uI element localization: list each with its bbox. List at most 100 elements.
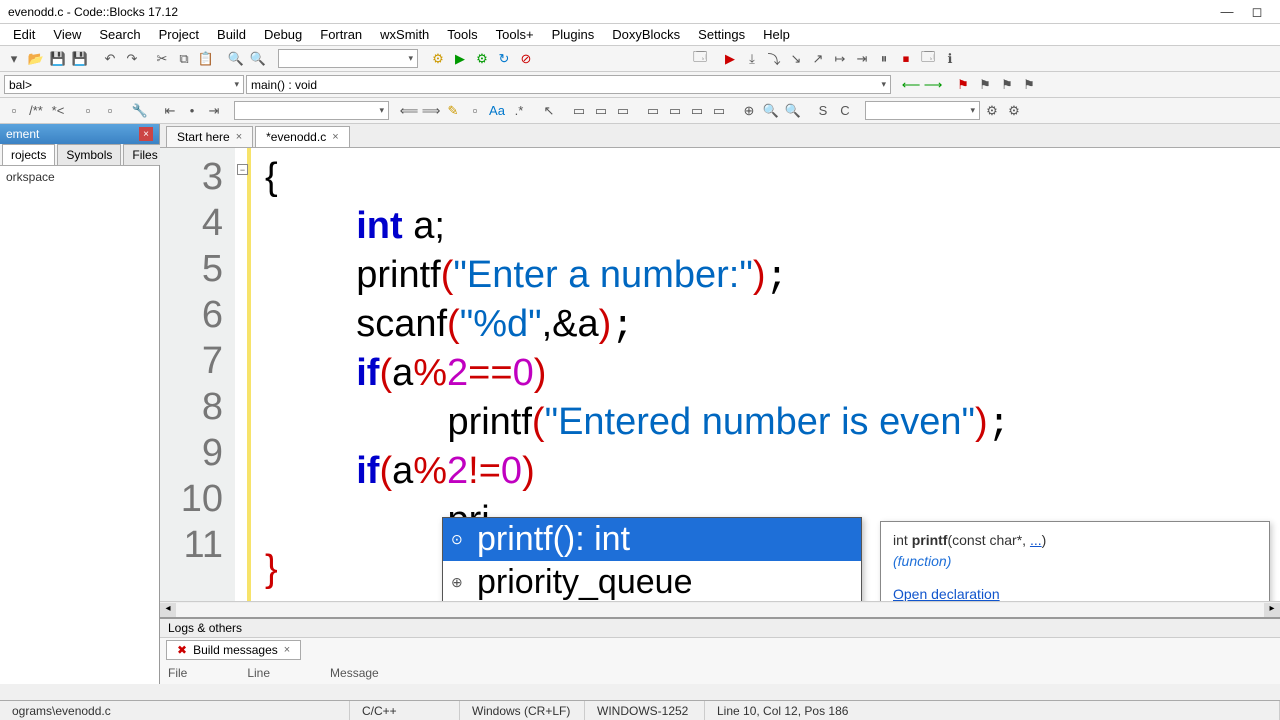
- hl3-icon[interactable]: Aa: [487, 101, 507, 121]
- info-icon[interactable]: ℹ: [940, 49, 960, 69]
- function-dropdown[interactable]: main() : void▾: [246, 75, 891, 94]
- menu-search[interactable]: Search: [90, 25, 149, 44]
- build-target-dropdown[interactable]: ▾: [278, 49, 418, 68]
- hl4-icon[interactable]: .*: [509, 101, 529, 121]
- debug-start-icon[interactable]: ▶: [720, 49, 740, 69]
- autocomplete-item[interactable]: ⊙ printf(): int: [443, 518, 861, 561]
- menu-edit[interactable]: Edit: [4, 25, 44, 44]
- extra-dropdown[interactable]: ▾: [865, 101, 980, 120]
- box2-icon[interactable]: ▭: [591, 101, 611, 121]
- box4-icon[interactable]: ▭: [643, 101, 663, 121]
- break-icon[interactable]: ⏸: [874, 49, 894, 69]
- menu-project[interactable]: Project: [150, 25, 208, 44]
- run-icon[interactable]: ▶: [450, 49, 470, 69]
- horizontal-scrollbar[interactable]: ◂ ▸: [160, 601, 1280, 617]
- undo-icon[interactable]: ↶: [100, 49, 120, 69]
- close-icon[interactable]: ×: [284, 644, 290, 656]
- menu-tools[interactable]: Tools: [438, 25, 486, 44]
- menu-toolsplus[interactable]: Tools+: [487, 25, 543, 44]
- scroll-left-icon[interactable]: ◂: [160, 603, 176, 617]
- jump-fwd-icon[interactable]: ⇥: [204, 101, 224, 121]
- step-into-icon[interactable]: ↘: [786, 49, 806, 69]
- sel-icon[interactable]: ↖: [539, 101, 559, 121]
- prev-func-icon[interactable]: ⟸: [399, 101, 419, 121]
- debug-windows-icon[interactable]: 🗔: [918, 49, 938, 69]
- next-line-icon[interactable]: ⤵: [764, 49, 784, 69]
- open-icon[interactable]: 📂: [26, 49, 46, 69]
- jump-dropdown[interactable]: ▾: [234, 101, 389, 120]
- maximize-button[interactable]: ◻: [1242, 4, 1272, 20]
- minimize-button[interactable]: —: [1212, 4, 1242, 19]
- stop-icon[interactable]: ⏹: [896, 49, 916, 69]
- build-icon[interactable]: ⚙: [428, 49, 448, 69]
- comment2-icon[interactable]: *<: [48, 101, 68, 121]
- gear1-icon[interactable]: ⚙: [982, 101, 1002, 121]
- box1-icon[interactable]: ▭: [569, 101, 589, 121]
- cut-icon[interactable]: ✂: [152, 49, 172, 69]
- open-declaration-link[interactable]: Open declaration: [893, 586, 1000, 601]
- menu-debug[interactable]: Debug: [255, 25, 311, 44]
- bookmark-icon[interactable]: ⚑: [953, 75, 973, 95]
- redo-icon[interactable]: ↷: [122, 49, 142, 69]
- next-func-icon[interactable]: ⟹: [421, 101, 441, 121]
- debug-target-icon[interactable]: 🗔: [690, 49, 710, 69]
- save-icon[interactable]: 💾: [48, 49, 68, 69]
- doxy1-icon[interactable]: ▫: [78, 101, 98, 121]
- close-icon[interactable]: ×: [332, 131, 338, 143]
- toggle1-icon[interactable]: ▫: [4, 101, 24, 121]
- hl2-icon[interactable]: ▫: [465, 101, 485, 121]
- zoom2-icon[interactable]: 🔍: [783, 101, 803, 121]
- step-instr-icon[interactable]: ⇥: [852, 49, 872, 69]
- menu-plugins[interactable]: Plugins: [543, 25, 604, 44]
- menu-view[interactable]: View: [44, 25, 90, 44]
- logs-tab-build[interactable]: ✖ Build messages ×: [166, 640, 301, 660]
- scope-dropdown[interactable]: bal>▾: [4, 75, 244, 94]
- menu-fortran[interactable]: Fortran: [311, 25, 371, 44]
- fold-minus-icon[interactable]: −: [237, 164, 248, 175]
- box6-icon[interactable]: ▭: [687, 101, 707, 121]
- new-file-icon[interactable]: ▾: [4, 49, 24, 69]
- close-icon[interactable]: ×: [236, 131, 242, 143]
- comment-icon[interactable]: /**: [26, 101, 46, 121]
- autocomplete-popup[interactable]: ⊙ printf(): int ⊕ priority_queue ⊕ priva…: [442, 517, 862, 601]
- next-instr-icon[interactable]: ↦: [830, 49, 850, 69]
- sidebar-tab-symbols[interactable]: Symbols: [57, 144, 121, 165]
- zoom-icon[interactable]: 🔍: [761, 101, 781, 121]
- sidebar-tab-projects[interactable]: rojects: [2, 144, 55, 165]
- box5-icon[interactable]: ▭: [665, 101, 685, 121]
- tab-evenodd[interactable]: *evenodd.c ×: [255, 126, 349, 147]
- menu-help[interactable]: Help: [754, 25, 799, 44]
- jump-here-icon[interactable]: •: [182, 101, 202, 121]
- nav-fwd-icon[interactable]: ⟶: [923, 75, 943, 95]
- save-all-icon[interactable]: 💾: [70, 49, 90, 69]
- copy-icon[interactable]: ⧉: [174, 49, 194, 69]
- scroll-right-icon[interactable]: ▸: [1264, 603, 1280, 617]
- box7-icon[interactable]: ▭: [709, 101, 729, 121]
- c-icon[interactable]: C: [835, 101, 855, 121]
- zoom-reset-icon[interactable]: ⊕: [739, 101, 759, 121]
- bookmark-prev-icon[interactable]: ⚑: [975, 75, 995, 95]
- step-out-icon[interactable]: ↗: [808, 49, 828, 69]
- gear2-icon[interactable]: ⚙: [1004, 101, 1024, 121]
- menu-wxsmith[interactable]: wxSmith: [371, 25, 438, 44]
- find-icon[interactable]: 🔍: [226, 49, 246, 69]
- menu-settings[interactable]: Settings: [689, 25, 754, 44]
- bookmark-clear-icon[interactable]: ⚑: [1019, 75, 1039, 95]
- menu-build[interactable]: Build: [208, 25, 255, 44]
- nav-back-icon[interactable]: ⟵: [901, 75, 921, 95]
- abort-icon[interactable]: ⊘: [516, 49, 536, 69]
- hl1-icon[interactable]: ✎: [443, 101, 463, 121]
- tab-start-here[interactable]: Start here ×: [166, 126, 253, 147]
- workspace-item[interactable]: orkspace: [6, 170, 55, 184]
- calltip-vararg-link[interactable]: ...: [1030, 532, 1042, 548]
- build-run-icon[interactable]: ⚙: [472, 49, 492, 69]
- box3-icon[interactable]: ▭: [613, 101, 633, 121]
- rebuild-icon[interactable]: ↻: [494, 49, 514, 69]
- replace-icon[interactable]: 🔍: [248, 49, 268, 69]
- run-to-cursor-icon[interactable]: ⤓: [742, 49, 762, 69]
- doxy-run-icon[interactable]: 🔧: [130, 101, 150, 121]
- jump-back-icon[interactable]: ⇤: [160, 101, 180, 121]
- sidebar-close-icon[interactable]: ×: [139, 127, 153, 141]
- doxy2-icon[interactable]: ▫: [100, 101, 120, 121]
- s-icon[interactable]: S: [813, 101, 833, 121]
